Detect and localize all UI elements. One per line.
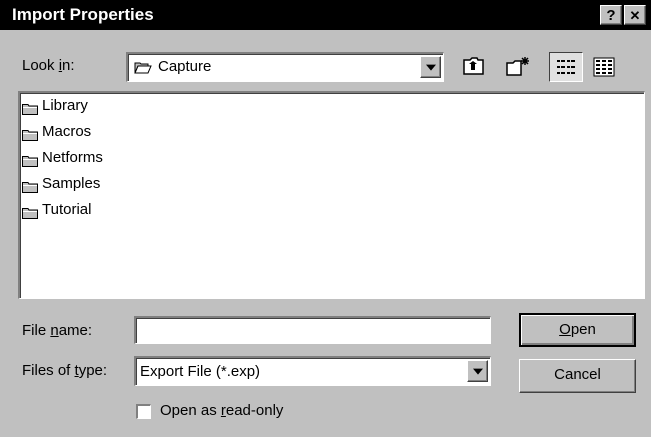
file-type-dropdown[interactable]: Export File (*.exp) [134, 356, 491, 386]
look-in-label: Look in: [22, 57, 75, 74]
open-folder-icon [134, 61, 152, 80]
look-in-dropdown[interactable]: Capture [126, 52, 444, 82]
title-bar: Import Properties ? ✕ [0, 0, 651, 30]
create-new-folder-button[interactable] [502, 52, 536, 80]
file-name-input[interactable] [134, 316, 491, 344]
file-type-dropdown-button[interactable] [467, 360, 488, 382]
read-only-label: Open as read-only [160, 402, 284, 419]
file-name: Tutorial [42, 201, 92, 218]
cancel-button[interactable]: Cancel [519, 359, 636, 393]
file-type-value: Export File (*.exp) [140, 363, 261, 380]
folder-icon [22, 204, 38, 220]
chevron-down-icon [425, 64, 436, 71]
file-list[interactable]: Library Macros Netforms Samples Tutorial [18, 91, 645, 299]
look-in-value: Capture [158, 58, 212, 75]
list-view-icon [556, 58, 576, 81]
up-one-level-button[interactable] [458, 52, 488, 80]
list-item[interactable]: Samples [22, 173, 100, 195]
new-folder-icon [505, 55, 533, 82]
details-view-button[interactable] [587, 52, 621, 82]
folder-icon [22, 152, 38, 168]
folder-icon [22, 178, 38, 194]
read-only-checkbox[interactable] [136, 404, 151, 419]
file-name: Netforms [42, 149, 103, 166]
list-item[interactable]: Netforms [22, 147, 103, 169]
file-type-label: Files of type: [22, 362, 108, 379]
list-item[interactable]: Library [22, 95, 88, 117]
file-name: Macros [42, 123, 92, 140]
details-view-icon [593, 57, 615, 82]
close-button[interactable]: ✕ [624, 5, 646, 25]
folder-icon [22, 126, 38, 142]
chevron-down-icon [472, 368, 483, 375]
file-name-label: File name: [22, 322, 93, 339]
open-button[interactable]: Open [519, 313, 636, 347]
window-title: Import Properties [12, 5, 154, 24]
list-item[interactable]: Macros [22, 121, 91, 143]
list-view-button[interactable] [549, 52, 583, 82]
file-name: Library [42, 97, 88, 114]
help-button[interactable]: ? [600, 5, 622, 25]
list-item[interactable]: Tutorial [22, 199, 91, 221]
folder-icon [22, 100, 38, 116]
up-folder-icon [463, 56, 485, 81]
file-name: Samples [42, 175, 101, 192]
look-in-dropdown-button[interactable] [420, 56, 441, 78]
